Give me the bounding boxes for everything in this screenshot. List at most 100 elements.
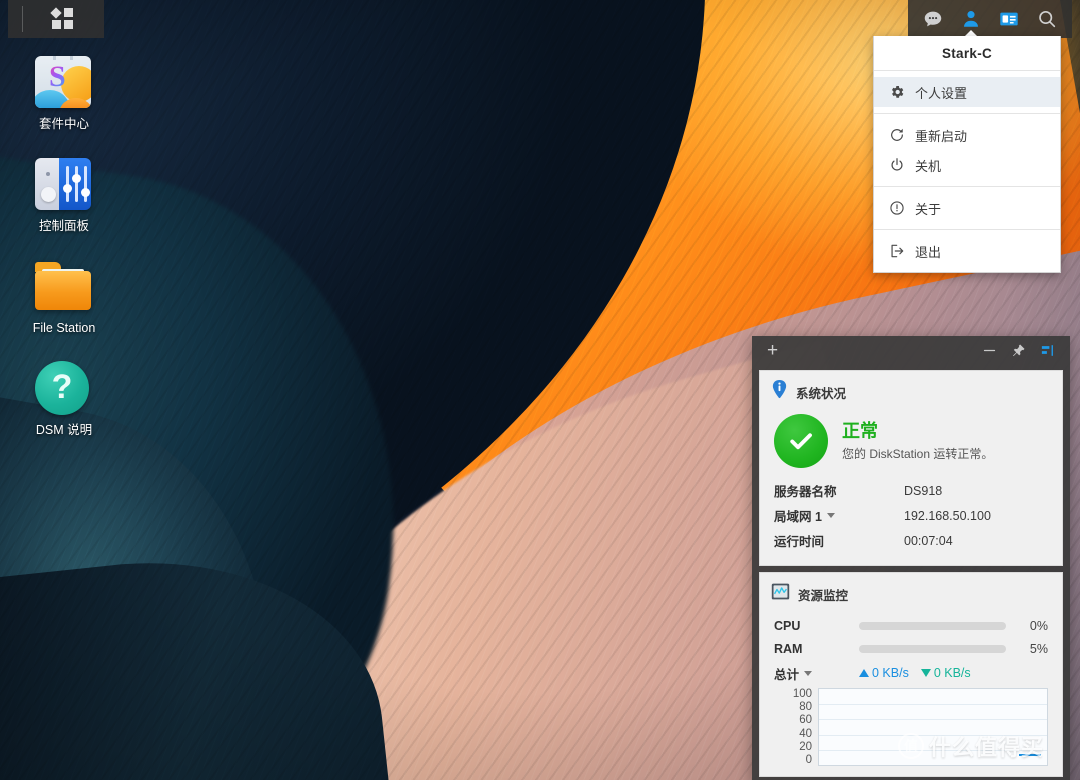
info-row-server-name: 服务器名称 DS918: [774, 478, 1048, 503]
user-menu-button[interactable]: [952, 0, 990, 38]
row-key: 运行时间: [774, 531, 904, 550]
chart-y-tick: 20: [799, 741, 812, 753]
chart-plot-area: [818, 688, 1048, 766]
menu-item-label: 退出: [915, 242, 941, 261]
info-row-lan[interactable]: 局域网 1 192.168.50.100: [774, 503, 1048, 528]
resource-monitor-body: CPU 0% RAM 5% 总计 0: [760, 610, 1062, 776]
menu-item-personal-settings[interactable]: 个人设置: [874, 77, 1060, 107]
user-menu-group-logout: 退出: [874, 230, 1060, 272]
user-menu-group-power: 重新启动 关机: [874, 114, 1060, 186]
resource-chart: 1008060 40200: [774, 688, 1048, 766]
widget-panel: +: [752, 336, 1070, 780]
user-dropdown-menu: Stark-C 个人设置 重新启动: [873, 36, 1061, 273]
chart-y-tick: 80: [799, 701, 812, 713]
user-menu-group-about: 关于: [874, 187, 1060, 229]
widget-panel-controls: [982, 343, 1059, 358]
chevron-down-icon[interactable]: [827, 513, 835, 518]
chart-y-tick: 100: [793, 688, 812, 700]
search-icon: [1036, 8, 1058, 30]
row-value: 192.168.50.100: [904, 509, 991, 523]
chart-gridline: [819, 719, 1047, 720]
network-row: 总计 0 KB/s 0 KB/s: [774, 660, 1048, 686]
resource-monitor-icon: [771, 582, 790, 606]
chart-y-tick: 40: [799, 728, 812, 740]
dock-right-button[interactable]: [1040, 343, 1055, 358]
desktop-icon-dsm-help[interactable]: ? DSM 说明: [0, 358, 128, 438]
menu-item-label: 关于: [915, 199, 941, 218]
desktop-icon-package-center[interactable]: S 套件中心: [0, 52, 128, 132]
dsm-help-icon: ?: [35, 358, 93, 416]
row-key-lan[interactable]: 局域网 1: [774, 506, 904, 525]
check-icon: [774, 414, 828, 468]
chevron-down-icon[interactable]: [804, 671, 812, 676]
download-value: 0 KB/s: [934, 666, 971, 680]
row-value: DS918: [904, 484, 942, 498]
pin-button[interactable]: [1011, 343, 1026, 358]
network-download: 0 KB/s: [921, 666, 971, 680]
info-row-uptime: 运行时间 00:07:04: [774, 528, 1048, 553]
ram-row: RAM 5%: [774, 637, 1048, 660]
control-panel-icon: [35, 154, 93, 212]
desktop-icon-file-station[interactable]: File Station: [0, 256, 128, 336]
desktop-icon-label: 控制面板: [39, 219, 89, 234]
chart-gridline: [819, 735, 1047, 736]
minimize-icon: [982, 343, 997, 358]
main-menu-button[interactable]: [8, 0, 104, 38]
chart-gridline: [819, 704, 1047, 705]
user-menu-username: Stark-C: [874, 36, 1060, 70]
desktop-icon-control-panel[interactable]: 控制面板: [0, 154, 128, 234]
chart-y-tick: 60: [799, 714, 812, 726]
upload-value: 0 KB/s: [872, 666, 909, 680]
widget-panel-header: +: [759, 336, 1063, 364]
network-label: 总计: [774, 664, 799, 683]
taskbar-tray: [908, 0, 1072, 38]
ram-percent: 5%: [1006, 642, 1048, 656]
ram-label: RAM: [774, 642, 859, 656]
menu-item-about[interactable]: 关于: [874, 193, 1060, 223]
row-key-label: 局域网 1: [774, 506, 822, 525]
menu-item-logout[interactable]: 退出: [874, 236, 1060, 266]
logout-icon: [888, 243, 905, 260]
chart-y-axis: 1008060 40200: [774, 688, 818, 766]
menu-item-restart[interactable]: 重新启动: [874, 120, 1060, 150]
info-pin-icon: [771, 380, 788, 404]
cpu-row: CPU 0%: [774, 614, 1048, 637]
taskbar: [0, 0, 1080, 38]
desktop-icon-label: DSM 说明: [36, 423, 92, 438]
cpu-label: CPU: [774, 619, 859, 633]
pin-icon: [1011, 343, 1026, 358]
resource-monitor-header: 资源监控: [760, 573, 1062, 610]
cpu-percent: 0%: [1006, 619, 1048, 633]
info-icon: [888, 200, 905, 217]
gear-icon: [888, 84, 905, 101]
cpu-progress-bar: [859, 622, 1006, 630]
menu-item-shutdown[interactable]: 关机: [874, 150, 1060, 180]
row-key: 服务器名称: [774, 481, 904, 500]
chat-icon: [922, 8, 944, 30]
package-center-icon: S: [35, 52, 93, 110]
network-selector[interactable]: 总计: [774, 664, 859, 683]
status-label: 正常: [842, 420, 993, 443]
notifications-button[interactable]: [914, 0, 952, 38]
search-button[interactable]: [1028, 0, 1066, 38]
power-icon: [888, 157, 905, 174]
desktop-icon-list: S 套件中心 控制面板 File Station: [0, 52, 128, 460]
menu-item-label: 个人设置: [915, 83, 967, 102]
system-health-status: 正常 您的 DiskStation 运转正常。: [760, 408, 1062, 478]
system-health-text: 正常 您的 DiskStation 运转正常。: [842, 420, 993, 462]
chart-gridline: [819, 750, 1047, 751]
minimize-button[interactable]: [982, 343, 997, 358]
refresh-icon: [888, 127, 905, 144]
widgets-button[interactable]: [990, 0, 1028, 38]
chart-y-tick: 0: [806, 754, 812, 766]
row-value: 00:07:04: [904, 534, 953, 548]
desktop-icon-label: File Station: [33, 321, 96, 336]
menu-item-label: 关机: [915, 156, 941, 175]
dock-right-icon: [1040, 343, 1055, 358]
system-health-header: 系统状况: [760, 371, 1062, 408]
resource-monitor-widget: 资源监控 CPU 0% RAM 5% 总计: [759, 572, 1063, 777]
system-health-widget: 系统状况 正常 您的 DiskStation 运转正常。 服务器名称 DS918…: [759, 370, 1063, 566]
add-widget-button[interactable]: +: [763, 341, 782, 360]
user-menu-group-personal: 个人设置: [874, 71, 1060, 113]
user-icon: [960, 8, 982, 30]
